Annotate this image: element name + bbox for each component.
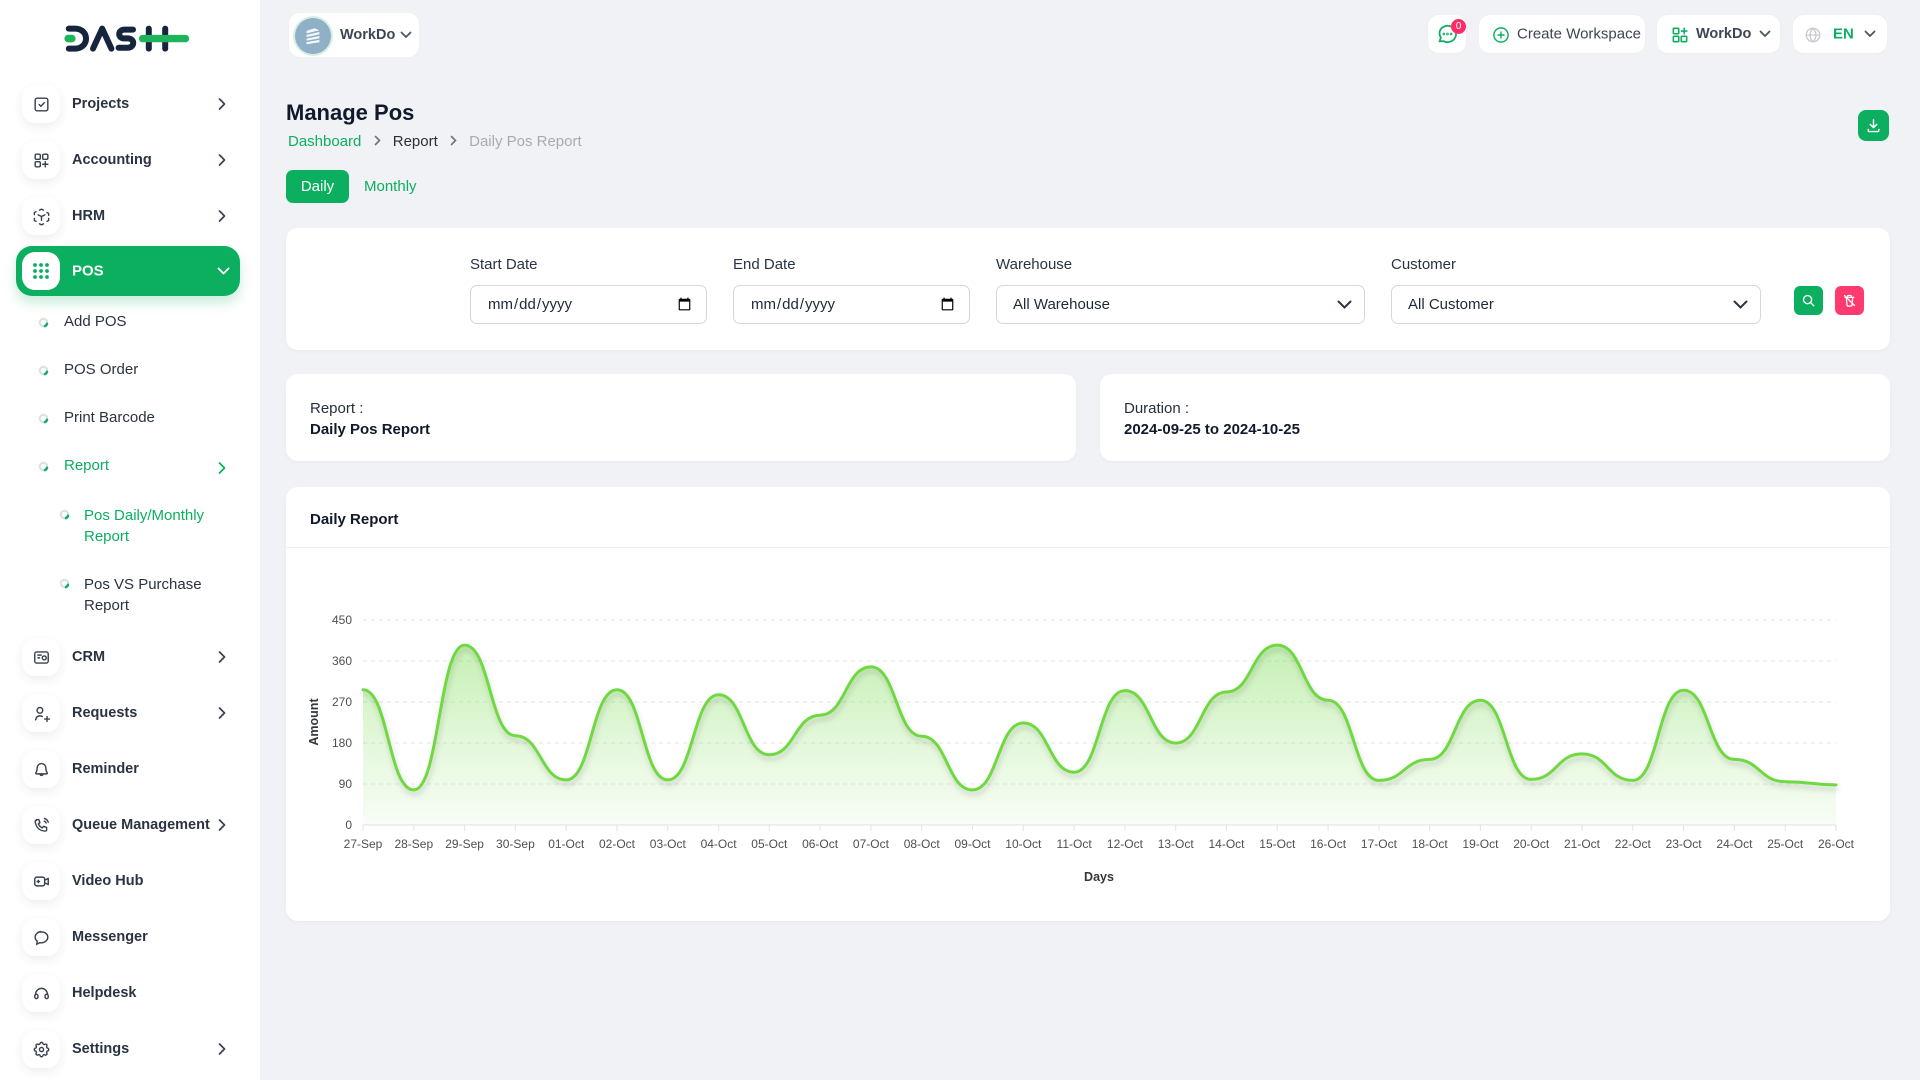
svg-text:07-Oct: 07-Oct (853, 837, 890, 851)
svg-text:14-Oct: 14-Oct (1208, 837, 1245, 851)
svg-text:10-Oct: 10-Oct (1005, 837, 1042, 851)
svg-text:18-Oct: 18-Oct (1412, 837, 1449, 851)
svg-text:11-Oct: 11-Oct (1057, 837, 1093, 851)
svg-text:90: 90 (339, 777, 353, 791)
svg-text:08-Oct: 08-Oct (904, 837, 941, 851)
svg-text:30-Sep: 30-Sep (496, 837, 535, 851)
svg-text:03-Oct: 03-Oct (650, 837, 687, 851)
svg-text:27-Sep: 27-Sep (344, 837, 383, 851)
svg-text:06-Oct: 06-Oct (802, 837, 839, 851)
svg-text:05-Oct: 05-Oct (751, 837, 788, 851)
svg-text:13-Oct: 13-Oct (1158, 837, 1195, 851)
svg-text:04-Oct: 04-Oct (701, 837, 738, 851)
svg-text:19-Oct: 19-Oct (1462, 837, 1499, 851)
svg-text:09-Oct: 09-Oct (954, 837, 991, 851)
svg-text:360: 360 (332, 654, 352, 668)
svg-text:28-Sep: 28-Sep (394, 837, 433, 851)
svg-text:270: 270 (332, 695, 352, 709)
svg-text:12-Oct: 12-Oct (1107, 837, 1144, 851)
svg-text:29-Sep: 29-Sep (445, 837, 484, 851)
svg-text:01-Oct: 01-Oct (548, 837, 585, 851)
svg-text:20-Oct: 20-Oct (1513, 837, 1550, 851)
svg-text:16-Oct: 16-Oct (1310, 837, 1347, 851)
svg-text:15-Oct: 15-Oct (1259, 837, 1296, 851)
svg-text:24-Oct: 24-Oct (1716, 837, 1753, 851)
svg-text:450: 450 (332, 613, 352, 627)
svg-text:180: 180 (332, 736, 352, 750)
svg-text:Amount: Amount (307, 698, 321, 746)
svg-text:23-Oct: 23-Oct (1666, 837, 1703, 851)
svg-text:Days: Days (1084, 870, 1114, 884)
svg-text:26-Oct: 26-Oct (1818, 837, 1855, 851)
svg-text:21-Oct: 21-Oct (1564, 837, 1601, 851)
svg-text:02-Oct: 02-Oct (599, 837, 636, 851)
svg-text:25-Oct: 25-Oct (1767, 837, 1804, 851)
svg-text:17-Oct: 17-Oct (1361, 837, 1398, 851)
svg-text:0: 0 (345, 818, 352, 832)
svg-text:22-Oct: 22-Oct (1615, 837, 1652, 851)
